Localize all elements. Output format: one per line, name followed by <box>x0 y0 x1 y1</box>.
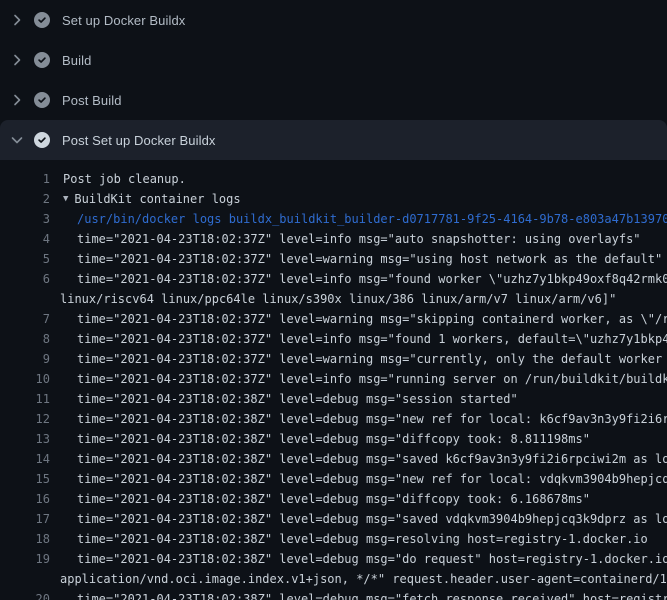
log-line-number[interactable]: 7 <box>0 309 50 329</box>
log-line-number[interactable]: 4 <box>0 229 50 249</box>
log-line-text: linux/riscv64 linux/ppc64le linux/s390x … <box>50 289 616 309</box>
steps-list: Set up Docker Buildx Build <box>0 0 667 160</box>
log-line-text: BuildKit container logs <box>68 189 240 209</box>
log-line-number[interactable]: 14 <box>0 449 50 469</box>
log-line: 16 ▼ time="2021-04-23T18:02:38Z" level=d… <box>0 489 667 509</box>
check-circle-icon <box>34 12 50 28</box>
log-line: 14 ▼ time="2021-04-23T18:02:38Z" level=d… <box>0 449 667 469</box>
log-line-text: time="2021-04-23T18:02:38Z" level=debug … <box>50 549 667 569</box>
log-line-text: time="2021-04-23T18:02:37Z" level=warnin… <box>50 249 662 269</box>
step-label: Post Set up Docker Buildx <box>62 133 216 148</box>
check-circle-icon <box>34 132 50 148</box>
log-line-text: time="2021-04-23T18:02:38Z" level=debug … <box>50 429 590 449</box>
log-line: 5 ▼ time="2021-04-23T18:02:37Z" level=wa… <box>0 249 667 269</box>
log-group-toggle[interactable]: 2 ▼ BuildKit container logs <box>0 189 667 209</box>
step-label: Build <box>62 53 91 68</box>
log-lines: 1 ▼ Post job cleanup. 2 ▼ BuildKit conta… <box>0 160 667 600</box>
log-line: ▼ application/vnd.oci.image.index.v1+jso… <box>0 569 667 589</box>
step-row-post-build[interactable]: Post Build <box>0 80 667 120</box>
log-line: 19 ▼ time="2021-04-23T18:02:38Z" level=d… <box>0 549 667 569</box>
log-line-text: time="2021-04-23T18:02:37Z" level=info m… <box>50 329 667 349</box>
step-row-build[interactable]: Build <box>0 40 667 80</box>
check-circle-icon <box>34 52 50 68</box>
log-line-number[interactable]: 17 <box>0 509 50 529</box>
triangle-down-icon: ▼ <box>50 189 68 209</box>
log-line-number[interactable]: 20 <box>0 589 50 600</box>
step-label: Set up Docker Buildx <box>62 13 185 28</box>
log-line-number[interactable]: 6 <box>0 269 50 289</box>
log-line-number[interactable]: 10 <box>0 369 50 389</box>
log-line-text: time="2021-04-23T18:02:37Z" level=info m… <box>50 369 667 389</box>
log-line: 1 ▼ Post job cleanup. <box>0 169 667 189</box>
log-line: 7 ▼ time="2021-04-23T18:02:37Z" level=wa… <box>0 309 667 329</box>
log-line-number <box>0 289 50 309</box>
log-line-text: time="2021-04-23T18:02:38Z" level=debug … <box>50 389 518 409</box>
log-line-number[interactable]: 16 <box>0 489 50 509</box>
log-line-number[interactable]: 13 <box>0 429 50 449</box>
log-line-number <box>0 569 50 589</box>
log-line-text: time="2021-04-23T18:02:38Z" level=debug … <box>50 409 667 429</box>
log-line: 17 ▼ time="2021-04-23T18:02:38Z" level=d… <box>0 509 667 529</box>
log-line: 18 ▼ time="2021-04-23T18:02:38Z" level=d… <box>0 529 667 549</box>
check-circle-icon <box>34 92 50 108</box>
log-line-number[interactable]: 15 <box>0 469 50 489</box>
log-line-text: time="2021-04-23T18:02:38Z" level=debug … <box>50 489 590 509</box>
log-line: 10 ▼ time="2021-04-23T18:02:37Z" level=i… <box>0 369 667 389</box>
chevron-right-icon <box>9 52 25 68</box>
log-line: ▼ linux/riscv64 linux/ppc64le linux/s390… <box>0 289 667 309</box>
step-label: Post Build <box>62 93 122 108</box>
log-line-text: Post job cleanup. <box>50 169 186 189</box>
log-line-number[interactable]: 1 <box>0 169 50 189</box>
log-line-text: time="2021-04-23T18:02:37Z" level=info m… <box>50 269 667 289</box>
log-line-number[interactable]: 18 <box>0 529 50 549</box>
log-line-text: time="2021-04-23T18:02:38Z" level=debug … <box>50 589 667 600</box>
log-line: 3 ▼ /usr/bin/docker logs buildx_buildkit… <box>0 209 667 229</box>
log-line: 15 ▼ time="2021-04-23T18:02:38Z" level=d… <box>0 469 667 489</box>
log-line: 20 ▼ time="2021-04-23T18:02:38Z" level=d… <box>0 589 667 600</box>
log-line-text: time="2021-04-23T18:02:38Z" level=debug … <box>50 449 667 469</box>
log-line-number[interactable]: 19 <box>0 549 50 569</box>
log-line-number[interactable]: 2 <box>0 189 50 209</box>
log-line-number[interactable]: 9 <box>0 349 50 369</box>
log-line: 6 ▼ time="2021-04-23T18:02:37Z" level=in… <box>0 269 667 289</box>
log-line-number[interactable]: 11 <box>0 389 50 409</box>
chevron-right-icon <box>9 12 25 28</box>
log-line-text: time="2021-04-23T18:02:37Z" level=warnin… <box>50 309 667 329</box>
log-line-number[interactable]: 5 <box>0 249 50 269</box>
log-line-text: time="2021-04-23T18:02:38Z" level=debug … <box>50 529 648 549</box>
log-line-text: time="2021-04-23T18:02:38Z" level=debug … <box>50 469 667 489</box>
step-row-post-set-up-docker-buildx[interactable]: Post Set up Docker Buildx <box>0 120 667 160</box>
log-line-number[interactable]: 12 <box>0 409 50 429</box>
actions-log-viewer: Set up Docker Buildx Build <box>0 0 667 600</box>
log-command-text: /usr/bin/docker logs buildx_buildkit_bui… <box>50 209 667 229</box>
step-row-set-up-docker-buildx[interactable]: Set up Docker Buildx <box>0 0 667 40</box>
log-line-text: time="2021-04-23T18:02:37Z" level=warnin… <box>50 349 667 369</box>
log-line: 4 ▼ time="2021-04-23T18:02:37Z" level=in… <box>0 229 667 249</box>
log-line: 13 ▼ time="2021-04-23T18:02:38Z" level=d… <box>0 429 667 449</box>
log-line-text: time="2021-04-23T18:02:38Z" level=debug … <box>50 509 667 529</box>
log-line-text: application/vnd.oci.image.index.v1+json,… <box>50 569 667 589</box>
log-line-number[interactable]: 3 <box>0 209 50 229</box>
log-line: 12 ▼ time="2021-04-23T18:02:38Z" level=d… <box>0 409 667 429</box>
log-line-text: time="2021-04-23T18:02:37Z" level=info m… <box>50 229 641 249</box>
chevron-down-icon <box>9 132 25 148</box>
log-line: 11 ▼ time="2021-04-23T18:02:38Z" level=d… <box>0 389 667 409</box>
log-line: 9 ▼ time="2021-04-23T18:02:37Z" level=wa… <box>0 349 667 369</box>
log-line-number[interactable]: 8 <box>0 329 50 349</box>
log-line: 8 ▼ time="2021-04-23T18:02:37Z" level=in… <box>0 329 667 349</box>
chevron-right-icon <box>9 92 25 108</box>
